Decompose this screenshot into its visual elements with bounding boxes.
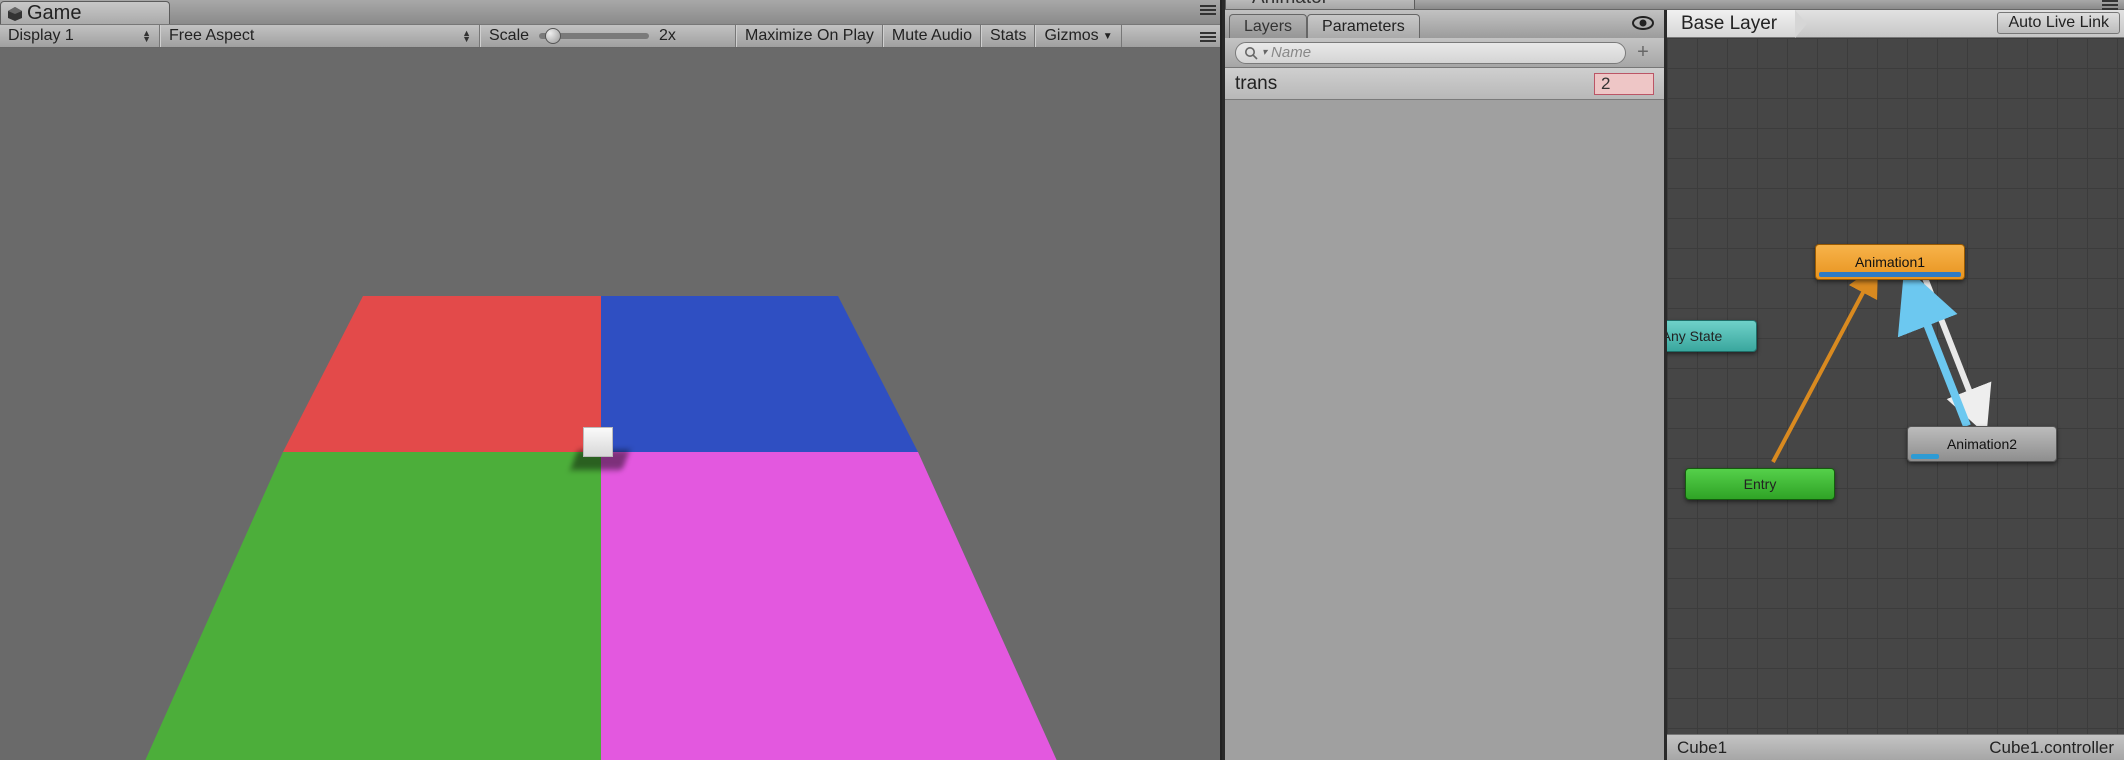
node-entry-label: Entry <box>1744 476 1777 492</box>
animator-panel: Animator Layers Parameters <box>1222 0 2124 760</box>
parameter-value-field[interactable]: 2 <box>1594 73 1654 95</box>
parameter-row-trans[interactable]: trans 2 <box>1225 68 1664 100</box>
parameter-name: trans <box>1235 73 1277 95</box>
status-object-name: Cube1 <box>1677 738 1727 758</box>
gizmos-label: Gizmos <box>1044 27 1098 45</box>
game-tab-row: Game <box>0 0 1220 24</box>
game-scene <box>0 48 1220 760</box>
status-controller-name: Cube1.controller <box>1989 738 2114 758</box>
parameters-column: Layers Parameters ▾ Name + <box>1225 10 1667 760</box>
state-graph[interactable]: Any State Entry Animation1 Animation2 <box>1667 38 2124 734</box>
add-parameter-button[interactable]: + <box>1632 42 1654 64</box>
node-entry[interactable]: Entry <box>1685 468 1835 500</box>
search-dropdown-icon: ▾ <box>1262 47 1267 58</box>
chevron-down-icon: ▼ <box>1103 31 1113 42</box>
node-animation1[interactable]: Animation1 <box>1815 244 1965 280</box>
subtab-parameters[interactable]: Parameters <box>1307 14 1420 38</box>
dropdown-arrows-icon: ▲▼ <box>462 30 471 42</box>
aspect-label: Free Aspect <box>169 27 254 45</box>
dropdown-arrows-icon: ▲▼ <box>142 30 151 42</box>
eye-icon[interactable] <box>1632 14 1654 32</box>
tab-game-label: Game <box>27 2 81 25</box>
tab-animator-label: Animator <box>1252 0 1328 9</box>
game-toolbar: Display 1 ▲▼ Free Aspect ▲▼ Scale 2x Max… <box>0 24 1220 48</box>
scale-value: 2x <box>659 27 676 45</box>
parameter-search-input[interactable]: ▾ Name <box>1235 42 1626 64</box>
aspect-dropdown[interactable]: Free Aspect ▲▼ <box>160 25 480 47</box>
player-cube <box>583 427 613 457</box>
subtab-layers[interactable]: Layers <box>1229 14 1307 38</box>
scale-slider[interactable] <box>539 33 649 39</box>
game-view[interactable] <box>0 48 1220 760</box>
panel-menu-icon[interactable] <box>1200 4 1216 16</box>
graph-grid <box>1667 38 2124 734</box>
graph-column: Base Layer Auto Live Link <box>1667 10 2124 760</box>
scale-label: Scale <box>489 27 529 45</box>
breadcrumb-base-layer[interactable]: Base Layer <box>1667 10 1795 37</box>
breadcrumb-row: Base Layer Auto Live Link <box>1667 10 2124 38</box>
search-icon <box>1244 46 1258 60</box>
scale-slider-thumb[interactable] <box>545 28 561 44</box>
parameters-empty-area <box>1225 100 1664 760</box>
node-any-state[interactable]: Any State <box>1667 320 1757 352</box>
search-placeholder: Name <box>1271 44 1311 61</box>
parameters-subtabs: Layers Parameters <box>1225 10 1664 38</box>
tab-animator[interactable]: Animator <box>1225 0 1415 9</box>
node-animation2[interactable]: Animation2 <box>1907 426 2057 462</box>
display-label: Display 1 <box>8 27 74 45</box>
stats-button[interactable]: Stats <box>981 25 1035 47</box>
node-animation1-progress <box>1819 272 1961 277</box>
node-animation1-label: Animation1 <box>1855 254 1925 270</box>
parameter-search-row: ▾ Name + <box>1225 38 1664 68</box>
auto-live-link-button[interactable]: Auto Live Link <box>1997 12 2120 34</box>
display-dropdown[interactable]: Display 1 ▲▼ <box>0 25 160 47</box>
mute-audio-button[interactable]: Mute Audio <box>883 25 981 47</box>
panel-menu-icon[interactable] <box>1200 31 1216 43</box>
unity-logo-icon <box>7 5 23 21</box>
animator-tab-row: Animator <box>1225 0 2124 10</box>
node-any-state-label: Any State <box>1667 328 1722 344</box>
animator-status-bar: Cube1 Cube1.controller <box>1667 734 2124 760</box>
tab-game[interactable]: Game <box>0 1 170 24</box>
node-animation2-progress <box>1911 454 1939 459</box>
node-animation2-label: Animation2 <box>1947 436 2017 452</box>
game-panel: Game Display 1 ▲▼ Free Aspect ▲▼ Scale 2… <box>0 0 1222 760</box>
gizmos-dropdown[interactable]: Gizmos ▼ <box>1035 25 1121 47</box>
scale-control: Scale 2x <box>480 25 736 47</box>
maximize-on-play-button[interactable]: Maximize On Play <box>736 25 883 47</box>
plus-icon: + <box>1637 41 1649 64</box>
